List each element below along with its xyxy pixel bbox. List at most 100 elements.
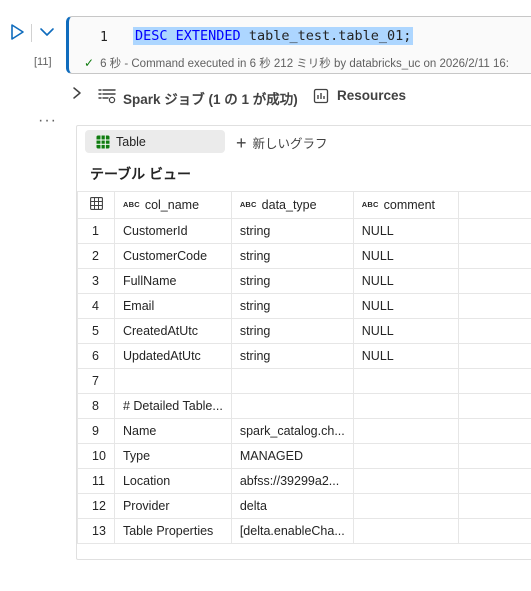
cell-comment[interactable]: NULL <box>352 268 460 294</box>
cell-col-name[interactable]: Table Properties <box>113 518 232 544</box>
grid-icon <box>90 197 103 210</box>
filler-cell <box>458 293 531 319</box>
cell-comment[interactable]: NULL <box>352 318 460 344</box>
cell-data-type[interactable]: string <box>230 343 354 369</box>
filler-cell <box>458 518 531 544</box>
cell-col-name[interactable]: Provider <box>113 493 232 519</box>
cell-data-type[interactable]: string <box>230 218 354 244</box>
cell-col-name[interactable]: UpdatedAtUtc <box>113 343 232 369</box>
cell-comment[interactable]: NULL <box>352 343 460 369</box>
cell-col-name[interactable]: CustomerId <box>113 218 232 244</box>
cell-col-name[interactable]: CustomerCode <box>113 243 232 269</box>
cell-comment[interactable] <box>352 418 460 444</box>
cell-col-name[interactable]: FullName <box>113 268 232 294</box>
column-header-data-type[interactable]: ABC data_type <box>230 191 354 219</box>
row-number: 5 <box>77 318 115 344</box>
filler-cell <box>458 268 531 294</box>
filler-cell <box>458 443 531 469</box>
cell-data-type[interactable]: spark_catalog.ch... <box>230 418 354 444</box>
more-options-icon[interactable]: ··· <box>38 112 57 130</box>
table-row[interactable]: 8 # Detailed Table... <box>77 393 531 419</box>
cell-data-type[interactable]: string <box>230 318 354 344</box>
cell-comment[interactable] <box>352 468 460 494</box>
chevron-right-icon[interactable] <box>72 86 82 103</box>
cell-comment[interactable] <box>352 368 460 394</box>
result-grid: ABC col_name ABC data_type ABC comment 1 Cus… <box>77 191 531 544</box>
cell-col-name[interactable]: Location <box>113 468 232 494</box>
table-row[interactable]: 13 Table Properties [delta.enableCha... <box>77 518 531 544</box>
string-type-icon: ABC <box>122 200 140 209</box>
cell-data-type[interactable] <box>230 368 354 394</box>
run-cell-icon[interactable] <box>8 22 26 42</box>
table-row[interactable]: 6 UpdatedAtUtc string NULL <box>77 343 531 369</box>
filler-cell <box>458 243 531 269</box>
table-row[interactable]: 9 Name spark_catalog.ch... <box>77 418 531 444</box>
chevron-down-icon[interactable] <box>36 22 58 42</box>
table-row[interactable]: 2 CustomerCode string NULL <box>77 243 531 269</box>
row-number: 1 <box>77 218 115 244</box>
line-number: 1 <box>100 30 108 45</box>
cell-col-name[interactable]: Email <box>113 293 232 319</box>
column-header-col-name[interactable]: ABC col_name <box>113 191 232 219</box>
cell-comment[interactable] <box>352 393 460 419</box>
cell-comment[interactable]: NULL <box>352 293 460 319</box>
table-row[interactable]: 5 CreatedAtUtc string NULL <box>77 318 531 344</box>
cell-comment[interactable]: NULL <box>352 218 460 244</box>
cell-data-type[interactable]: string <box>230 268 354 294</box>
row-number: 10 <box>77 443 115 469</box>
cell-col-name[interactable] <box>113 368 232 394</box>
table-row[interactable]: 7 <box>77 368 531 394</box>
string-type-icon: ABC <box>361 200 379 209</box>
cell-data-type[interactable]: [delta.enableCha... <box>230 518 354 544</box>
table-row[interactable]: 4 Email string NULL <box>77 293 531 319</box>
table-row[interactable]: 10 Type MANAGED <box>77 443 531 469</box>
spark-jobs-toggle[interactable]: Spark ジョブ (1 の 1 が成功) <box>123 88 298 108</box>
execution-status: ✓ 6 秒 - Command executed in 6 秒 212 ミリ秒 b… <box>84 55 509 71</box>
tab-table-label: Table <box>116 134 146 149</box>
table-view-title: テーブル ビュー <box>90 166 192 182</box>
new-graph-button[interactable]: + 新しいグラフ <box>236 133 328 152</box>
cell-col-name[interactable]: # Detailed Table... <box>113 393 232 419</box>
filler-cell <box>458 218 531 244</box>
filler-cell <box>458 468 531 494</box>
table-row[interactable]: 3 FullName string NULL <box>77 268 531 294</box>
execution-count: [11] <box>34 56 52 68</box>
cell-col-name[interactable]: CreatedAtUtc <box>113 318 232 344</box>
column-header-comment[interactable]: ABC comment <box>352 191 460 219</box>
cell-comment[interactable] <box>352 493 460 519</box>
cell-col-name[interactable]: Name <box>113 418 232 444</box>
column-header-filler <box>458 191 531 219</box>
filler-cell <box>458 368 531 394</box>
cell-data-type[interactable]: delta <box>230 493 354 519</box>
new-graph-label: 新しいグラフ <box>252 137 328 151</box>
cell-comment[interactable]: NULL <box>352 243 460 269</box>
row-number: 7 <box>77 368 115 394</box>
cell-comment[interactable] <box>352 518 460 544</box>
row-number: 2 <box>77 243 115 269</box>
control-divider <box>31 24 32 42</box>
table-row[interactable]: 1 CustomerId string NULL <box>77 218 531 244</box>
filler-cell <box>458 393 531 419</box>
resources-icon <box>313 88 329 104</box>
cell-comment[interactable] <box>352 443 460 469</box>
code-keyword-extended: EXTENDED <box>175 28 241 44</box>
resources-button[interactable]: Resources <box>337 88 406 103</box>
checkmark-icon: ✓ <box>84 56 95 70</box>
code-keyword-desc: DESC <box>135 28 168 44</box>
table-icon <box>96 135 110 148</box>
row-number: 8 <box>77 393 115 419</box>
cell-col-name[interactable]: Type <box>113 443 232 469</box>
code-editor-line[interactable]: DESC EXTENDED table_test.table_01; <box>133 27 414 45</box>
cell-data-type[interactable] <box>230 393 354 419</box>
cell-data-type[interactable]: MANAGED <box>230 443 354 469</box>
cell-data-type[interactable]: string <box>230 293 354 319</box>
cell-data-type[interactable]: string <box>230 243 354 269</box>
select-all-cell[interactable] <box>77 191 115 219</box>
tab-table[interactable]: Table <box>85 130 225 153</box>
table-row[interactable]: 12 Provider delta <box>77 493 531 519</box>
row-number: 12 <box>77 493 115 519</box>
table-row[interactable]: 11 Location abfss://39299a2... <box>77 468 531 494</box>
filler-cell <box>458 343 531 369</box>
filler-cell <box>458 493 531 519</box>
cell-data-type[interactable]: abfss://39299a2... <box>230 468 354 494</box>
